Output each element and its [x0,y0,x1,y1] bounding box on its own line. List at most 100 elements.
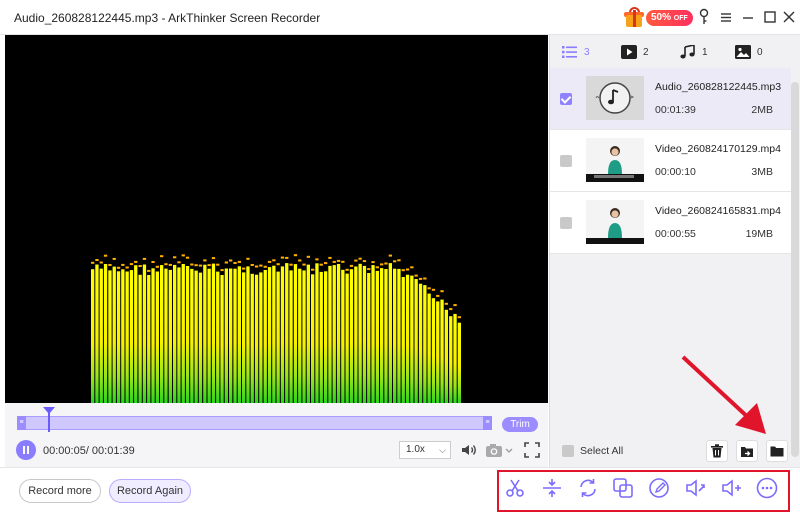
folder-icon [770,446,784,457]
trim-start-handle[interactable]: ≡ [17,416,26,430]
menu-icon[interactable] [716,7,736,27]
recording-history-panel: 3 2 1 0 Audio_260828122445.mp3 00:01:39 … [549,35,800,467]
visualizer-peak [229,259,233,262]
visualizer-bar [181,264,185,403]
item-checkbox[interactable] [560,93,572,105]
edit-metadata-tool-button[interactable] [647,476,671,500]
visualizer-bar [168,269,172,403]
record-more-button[interactable]: Record more [19,479,101,503]
visualizer-bar [224,268,228,403]
visualizer-bar [121,269,125,403]
visualizer-bar [229,268,233,403]
visualizer-peak [410,266,414,269]
video-icon [621,45,637,59]
visualizer-bar [336,264,341,403]
player-controls: ≡ ≡ Trim 00:00:05/ 00:01:39 1.0x ⌵ [5,403,548,467]
visualizer-bar [233,268,237,403]
list-item[interactable]: Video_260824170129.mp4 00:00:10 3MB [550,130,791,192]
snapshot-icon[interactable] [485,441,515,459]
visualizer-peak [194,264,198,267]
tab-all[interactable]: 3 [562,43,590,61]
record-again-button[interactable]: Record Again [109,479,191,503]
visualizer-bar [431,298,436,403]
visualizer-peak [431,288,436,291]
visualizer-peak [405,268,410,271]
compress-tool-button[interactable] [611,476,635,500]
visualizer-bar [444,309,448,403]
playhead[interactable] [48,410,50,432]
visualizer-peak [185,256,190,259]
visualizer-peak [380,263,384,266]
visualizer-bar [220,275,224,403]
pause-button[interactable] [16,440,36,460]
export-button[interactable] [736,440,758,462]
visualizer-peak [151,261,155,263]
volume-icon[interactable] [460,441,478,459]
select-all-label[interactable]: Select All [580,445,623,457]
split-tool-button[interactable] [540,476,564,500]
trim-button[interactable]: Trim [502,417,538,432]
item-checkbox[interactable] [560,217,572,229]
visualizer-bar [103,264,108,403]
visualizer-bar [280,266,285,403]
visualizer-peak [354,259,358,262]
volume-booster-tool-button[interactable] [684,476,708,500]
visualizer-peak [108,264,112,266]
tab-image[interactable]: 0 [735,43,763,61]
scrollbar[interactable] [791,82,799,457]
item-size: 19MB [745,228,773,240]
visualizer-peak [203,259,207,262]
add-audio-tool-button[interactable] [720,476,744,500]
visualizer-bar [185,266,190,403]
rotate-tool-button[interactable] [576,476,600,500]
visualizer-bar [254,274,259,403]
trim-end-handle[interactable]: ≡ [483,416,492,430]
visualizer-peak [397,259,401,262]
visualizer-bar [332,265,336,403]
minimize-icon[interactable] [738,7,758,27]
visualizer-peak [224,261,228,264]
visualizer-peak [198,264,203,267]
timeline-track[interactable]: ≡ ≡ [17,416,492,430]
visualizer-peak [164,263,168,266]
gift-icon [624,7,644,28]
music-icon [680,45,695,59]
visualizer-peak [138,265,142,267]
speed-select[interactable]: 1.0x ⌵ [399,441,451,459]
visualizer-peak [285,256,289,259]
fullscreen-icon[interactable] [523,441,541,459]
audio-visualizer [91,254,461,403]
visualizer-peak [289,263,293,266]
tab-video[interactable]: 2 [621,43,649,61]
visualizer-peak [414,274,418,277]
list-item[interactable]: Audio_260828122445.mp3 00:01:39 2MB [550,68,791,130]
delete-button[interactable] [706,440,728,462]
close-icon[interactable] [780,7,798,27]
item-checkbox[interactable] [560,155,572,167]
open-folder-button[interactable] [766,440,788,462]
tab-image-count: 0 [757,46,763,58]
tab-audio[interactable]: 1 [680,43,708,61]
visualizer-bar [418,283,423,403]
visualizer-bar [259,272,263,403]
visualizer-peak [254,265,259,268]
tab-video-count: 2 [643,46,649,58]
trim-tool-button[interactable] [503,476,527,500]
visualizer-bar [116,271,121,403]
key-icon[interactable] [694,7,714,27]
select-all-checkbox[interactable] [562,445,574,457]
visualizer-peak [388,254,392,257]
list-item[interactable]: Video_260824165831.mp4 00:00:55 19MB [550,192,791,254]
list-icon [562,46,577,58]
visualizer-bar [349,269,354,403]
volume-boost-icon [686,479,705,497]
visualizer-bar [147,275,151,403]
visualizer-bar [267,267,272,403]
maximize-icon[interactable] [760,7,780,27]
visualizer-peak [181,254,185,257]
more-tools-button[interactable] [755,476,779,500]
visualizer-peak [427,287,431,290]
promo-button[interactable]: 50% OFF [624,7,693,28]
item-name: Video_260824170129.mp4 [655,143,781,155]
visualizer-bar [246,266,250,403]
